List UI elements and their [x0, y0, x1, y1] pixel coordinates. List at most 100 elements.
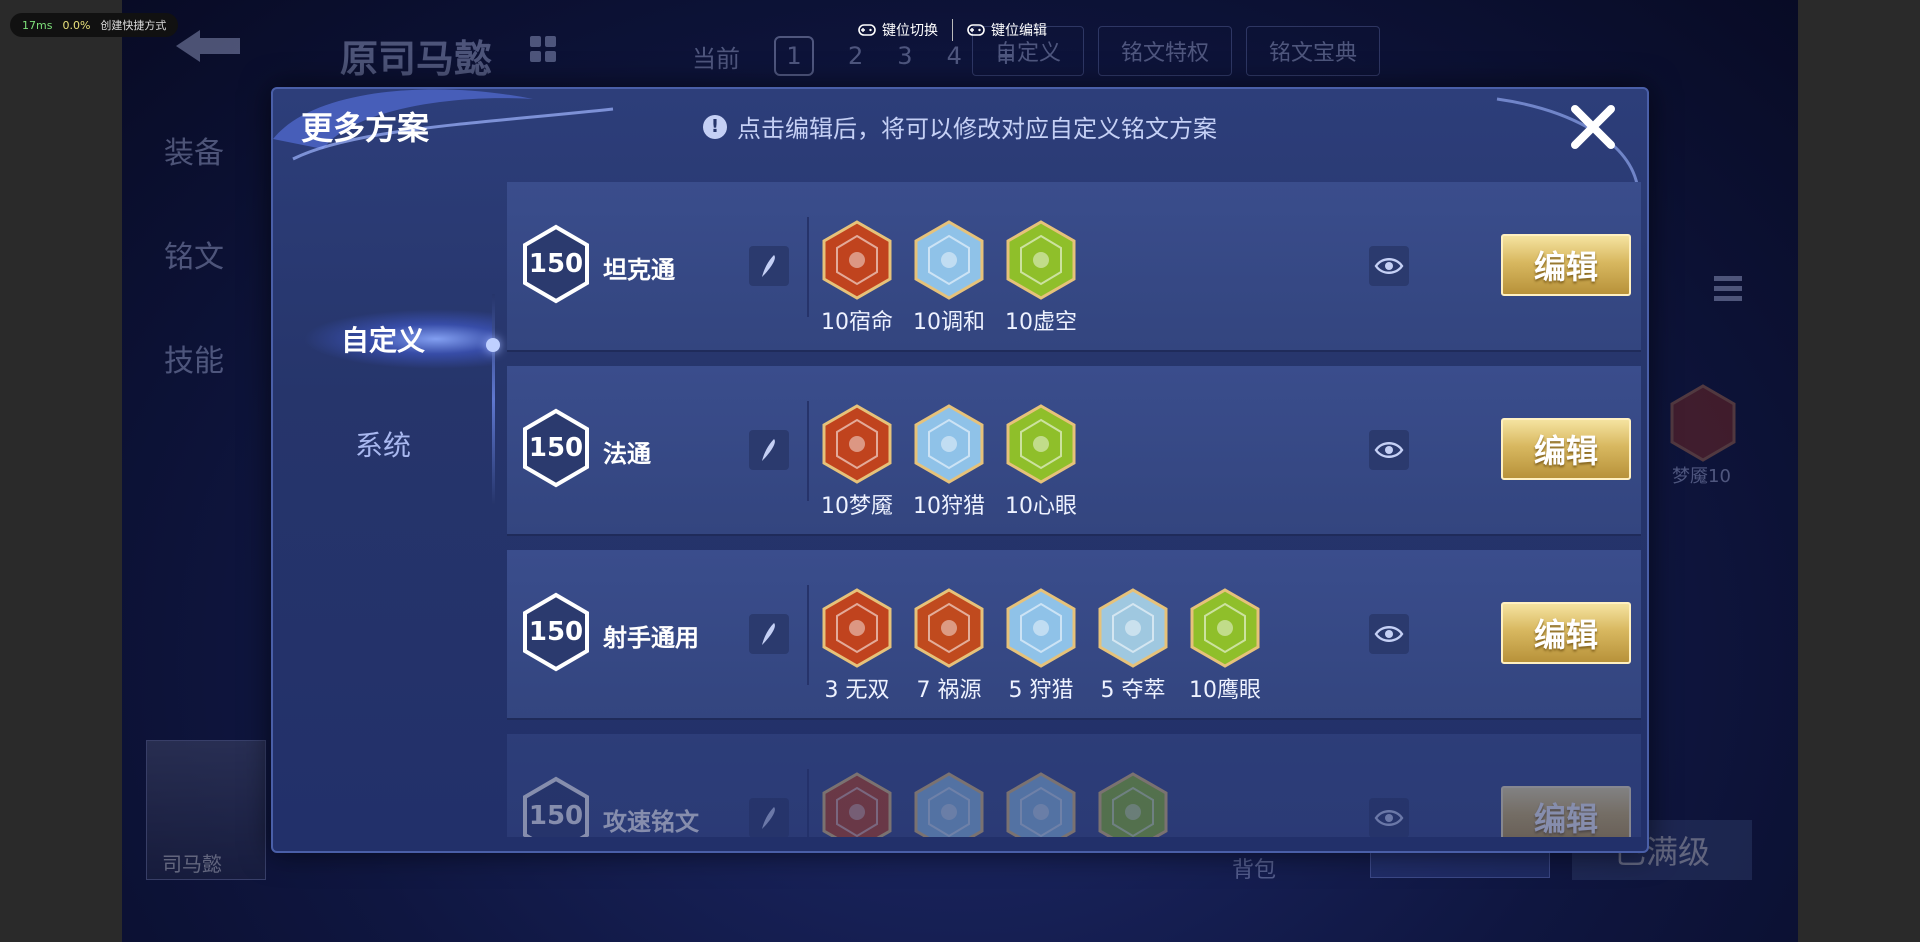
nightmare-rune-icon — [1670, 384, 1736, 462]
nightmare-rune-icon — [822, 404, 892, 484]
gamepad-icon — [967, 24, 985, 36]
edit-button[interactable]: 编辑 — [1501, 234, 1631, 296]
nav-equipment: 装备 — [164, 136, 224, 171]
plan-level: 150 — [528, 249, 584, 279]
preview-button[interactable] — [1369, 614, 1409, 654]
rune-icon — [822, 772, 892, 837]
key-switch-label: 键位切换 — [882, 23, 938, 39]
pen-icon — [762, 623, 775, 645]
void-rune-icon — [1006, 220, 1076, 300]
eye-icon — [1374, 258, 1404, 274]
rune-list: 10梦魇 10狩猎 10心眼 — [821, 404, 1077, 520]
preview-button[interactable] — [1369, 246, 1409, 286]
left-letterbox — [0, 0, 122, 942]
eye-icon — [1374, 626, 1404, 642]
tab-divider — [492, 294, 495, 504]
rune-item: 10宿命 — [821, 220, 893, 336]
pen-icon — [762, 439, 775, 461]
plan-row: 150 坦克通 10宿命 10调和 10虚空 编辑 — [507, 182, 1641, 352]
tab-custom-plans[interactable]: 自定义 — [273, 319, 493, 359]
rune-label: 7 祸源 — [916, 678, 982, 703]
rune-label: 5 夺萃 — [1100, 678, 1166, 703]
rune-item — [1097, 772, 1169, 837]
key-switch-button[interactable]: 键位切换 — [858, 20, 938, 40]
latency-text: 17ms — [22, 18, 53, 32]
active-tab-indicator — [486, 338, 500, 352]
hunt-rune-icon — [914, 404, 984, 484]
rune-label: 10调和 — [913, 310, 985, 335]
rename-button[interactable] — [749, 430, 789, 470]
plan-level: 150 — [528, 617, 584, 647]
back-arrow-icon — [176, 30, 240, 62]
rune-item — [913, 772, 985, 837]
edit-button[interactable]: 编辑 — [1501, 418, 1631, 480]
page-1: 1 — [774, 36, 814, 76]
plan-row: 150 射手通用 3 无双 7 祸源 5 狩猎 5 夺萃 10鹰眼 编辑 — [507, 550, 1641, 720]
grid-icon — [530, 36, 556, 62]
plan-name: 射手通用 — [603, 624, 699, 652]
tab-privilege: 铭文特权 — [1098, 26, 1233, 76]
close-icon[interactable] — [1567, 101, 1619, 153]
rune-label: 10梦魇 — [821, 494, 893, 519]
edit-button[interactable]: 编辑 — [1501, 786, 1631, 837]
page-4: 4 — [946, 42, 962, 70]
rune-item: 10调和 — [913, 220, 985, 336]
rune-label: 3 无双 — [824, 678, 890, 703]
tab-codex: 铭文宝典 — [1246, 26, 1381, 76]
portrait-name: 司马懿 — [162, 852, 222, 876]
rune-icon — [1098, 772, 1168, 837]
rune-list: 3 无双 7 祸源 5 狩猎 5 夺萃 10鹰眼 — [821, 588, 1261, 704]
rune-item: 5 狩猎 — [1005, 588, 1077, 704]
edit-button[interactable]: 编辑 — [1501, 602, 1631, 664]
rune-icon — [1006, 772, 1076, 837]
cpu-text: 0.0% — [62, 18, 91, 32]
rune-label: 10虚空 — [1005, 310, 1077, 335]
rune-item: 10心眼 — [1005, 404, 1077, 520]
key-edit-label: 键位编辑 — [991, 23, 1047, 39]
preview-button[interactable] — [1369, 430, 1409, 470]
dialog-title: 更多方案 — [301, 109, 430, 147]
cloud-swirl-decoration — [273, 89, 614, 161]
rune-label: 10宿命 — [821, 310, 893, 335]
rune-item — [821, 772, 893, 837]
rune-item: 3 无双 — [821, 588, 893, 704]
rune-item: 10狩猎 — [913, 404, 985, 520]
fate-rune-icon — [822, 220, 892, 300]
plan-level: 150 — [528, 801, 584, 831]
side-rune-label: 梦魇10 — [1672, 466, 1731, 487]
info-icon: ! — [703, 114, 727, 139]
rune-label: 5 狩猎 — [1008, 678, 1074, 703]
row-divider — [807, 401, 809, 501]
rune-item: 5 夺萃 — [1097, 588, 1169, 704]
plan-category-tabs: 自定义 系统 — [273, 184, 500, 834]
hunt-rune-icon — [1006, 588, 1076, 668]
row-divider — [807, 217, 809, 317]
row-divider — [807, 769, 809, 837]
rune-label: 10鹰眼 — [1189, 678, 1261, 703]
rune-label: 10心眼 — [1005, 494, 1077, 519]
plan-row: 150 法通 10梦魇 10狩猎 10心眼 编辑 — [507, 366, 1641, 536]
plan-name: 法通 — [603, 440, 651, 468]
rename-button[interactable] — [749, 798, 789, 837]
rune-list — [821, 772, 1169, 837]
rune-item: 10鹰眼 — [1189, 588, 1261, 704]
plan-list[interactable]: 150 坦克通 10宿命 10调和 10虚空 编辑 150 法通 10梦魇 10… — [507, 182, 1641, 837]
current-label: 当前 — [692, 44, 740, 73]
eye-icon — [1374, 442, 1404, 458]
key-edit-button[interactable]: 键位编辑 — [967, 20, 1047, 40]
shortcut-link[interactable]: 创建快捷方式 — [100, 17, 166, 33]
tab-system-plans[interactable]: 系统 — [273, 424, 493, 464]
plan-name: 攻速铭文 — [603, 808, 699, 836]
rune-item: 7 祸源 — [913, 588, 985, 704]
rename-button[interactable] — [749, 614, 789, 654]
keybar-separator — [952, 19, 953, 41]
mind-eye-rune-icon — [1006, 404, 1076, 484]
rune-item: 10梦魇 — [821, 404, 893, 520]
rename-button[interactable] — [749, 246, 789, 286]
preview-button[interactable] — [1369, 798, 1409, 837]
eye-icon — [1374, 810, 1404, 826]
page-2: 2 — [848, 42, 864, 70]
harmony-rune-icon — [914, 220, 984, 300]
dialog-hint: ! 点击编辑后，将可以修改对应自定义铭文方案 — [703, 109, 1217, 144]
pen-icon — [762, 255, 775, 277]
